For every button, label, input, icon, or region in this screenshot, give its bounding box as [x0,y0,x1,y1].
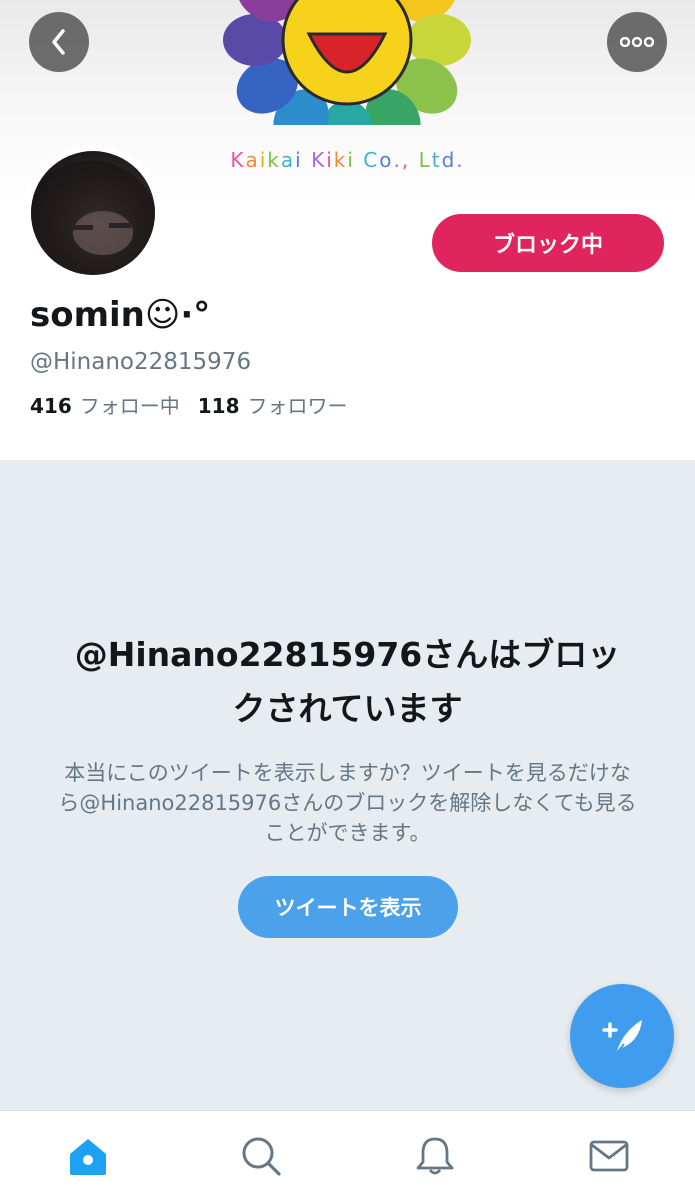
brand-letter: . [456,148,465,172]
tab-search[interactable] [238,1133,284,1179]
profile-handle: @Hinano22815976 [30,349,252,375]
bottom-tab-bar [0,1110,695,1201]
bell-icon [416,1137,454,1175]
brand-letter: i [347,148,355,172]
tab-messages[interactable] [586,1133,632,1179]
following-label: フォロー中 [79,394,180,418]
brand-letter [410,148,418,172]
blocking-button[interactable]: ブロック中 [432,214,664,272]
following-count: 416 [30,394,72,418]
brand-letter: d [441,148,457,172]
followers-count: 118 [197,394,240,418]
brand-letter [303,148,311,172]
brand-letter: , [401,148,411,172]
following-stat[interactable]: 416 フォロー中 [30,390,180,419]
tab-notifications[interactable] [412,1133,458,1179]
brand-letter: C [363,148,380,172]
more-options-button[interactable] [607,12,667,72]
followers-stat[interactable]: 118 フォロワー [198,390,348,419]
follow-stats: 416 フォロー中 118 フォロワー [30,390,348,419]
brand-letter: t [431,148,442,172]
brand-letter: . [393,148,402,172]
home-icon [70,1139,106,1175]
chevron-left-icon [52,29,65,55]
brand-letter: k [267,148,281,172]
brand-letter: a [245,148,260,172]
brand-letter: a [280,148,296,172]
more-horizontal-icon [620,37,654,47]
tab-home[interactable] [65,1133,111,1179]
search-icon [242,1137,281,1176]
brand-letter: K [311,148,327,172]
brand-letter: K [230,148,246,172]
compose-quill-icon [602,1020,642,1055]
compose-tweet-button[interactable] [570,984,674,1088]
brand-letter: i [259,148,268,172]
brand-letter: o [379,148,394,172]
flower-logo-icon [223,0,471,125]
brand-letter [355,148,363,172]
brand-letter: i [295,148,303,172]
profile-display-name: somin☺︎·° [30,295,211,335]
brand-letter: i [326,148,334,172]
avatar-photo-icon [31,160,155,275]
back-button[interactable] [29,12,89,72]
brand-letter: L [418,148,432,172]
brand-letter: k [333,148,348,172]
show-tweets-button[interactable]: ツイートを表示 [238,876,458,938]
followers-label: フォロワー [247,394,348,418]
blocked-description: 本当にこのツイートを表示しますか？ツイートを見るだけなら@Hinano22815… [58,761,637,845]
mail-icon [589,1140,629,1172]
blocked-title: @Hinano22815976さんはブロックされています [74,635,621,728]
avatar[interactable] [31,151,155,275]
